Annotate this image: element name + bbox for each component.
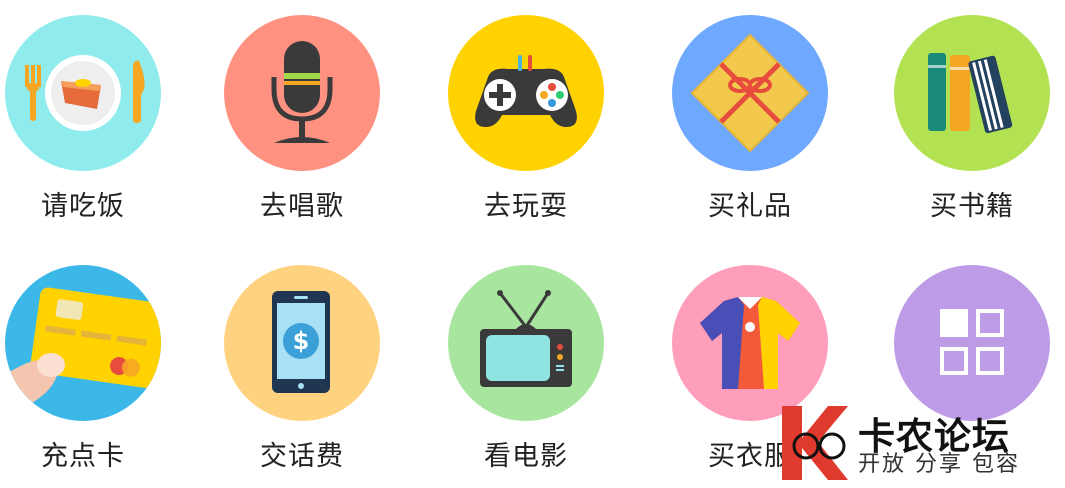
service-item-karaoke[interactable]: 去唱歌 [202,0,402,230]
books-icon [894,15,1050,171]
credit-card-icon [5,265,161,421]
phone-bill-icon: $ [224,265,380,421]
service-item-label: 请吃饭 [41,191,125,222]
gift-icon [672,15,828,171]
meal-icon [5,15,161,171]
service-item-label: 交话费 [260,441,344,472]
service-item-books[interactable]: 买书籍 [872,0,1065,230]
service-item-label: 买礼品 [708,191,792,222]
service-item-label: 去唱歌 [260,191,344,222]
svg-text:$: $ [293,327,310,355]
service-item-gift[interactable]: 买礼品 [650,0,850,230]
tv-icon [448,265,604,421]
gamepad-icon [448,15,604,171]
kanong-logo-icon [782,406,848,480]
service-item-label: 去玩耍 [484,191,568,222]
service-item-dinner[interactable]: 请吃饭 [0,0,183,230]
watermark-logo: 卡农论坛 开放 分享 包容 [776,398,1065,488]
service-item-label: 看电影 [484,441,568,472]
microphone-icon [224,15,380,171]
watermark-subtitle: 开放 分享 包容 [858,452,1020,477]
service-item-label: 充点卡 [41,441,125,472]
service-item-topup-card[interactable]: 充点卡 [0,250,183,480]
service-item-play[interactable]: 去玩耍 [426,0,626,230]
service-item-label: 买书籍 [930,191,1014,222]
service-item-movies[interactable]: 看电影 [426,250,626,480]
service-item-phone-bill[interactable]: $ 交话费 [202,250,402,480]
